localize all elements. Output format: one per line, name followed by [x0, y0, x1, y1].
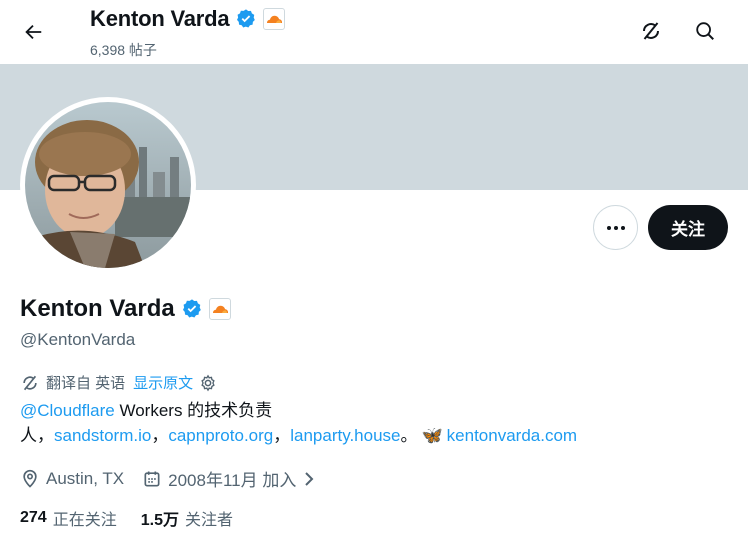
bio-separator: 。	[400, 426, 418, 445]
followers-stat[interactable]: 1.5万 关注者	[141, 506, 233, 530]
bio-separator: ，	[151, 426, 169, 445]
bio-link-lanparty[interactable]: lanparty.house	[290, 426, 400, 445]
bio-link-website[interactable]: kentonvarda.com	[447, 426, 577, 445]
join-date-text: 2008年11月 加入	[168, 471, 297, 490]
follow-stats: 274 正在关注 1.5万 关注者	[20, 506, 257, 530]
profile-bio: @Cloudflare Workers 的技术负责 人，sandstorm.io…	[20, 398, 720, 448]
location: Austin, TX	[20, 469, 124, 489]
translated-from-label: 翻译自 英语	[46, 375, 126, 392]
follow-button[interactable]: 关注	[648, 205, 728, 250]
join-date[interactable]: 2008年11月 加入	[142, 466, 316, 491]
search-button[interactable]	[688, 14, 722, 48]
bio-text: 人，	[20, 426, 54, 445]
posts-count: 6,398 帖子	[90, 42, 157, 58]
translation-notice: 翻译自 英语 显示原文	[20, 372, 217, 393]
following-stat[interactable]: 274 正在关注	[20, 506, 117, 530]
back-arrow-icon	[25, 24, 42, 40]
header-title: Kenton Varda	[90, 6, 286, 32]
translate-icon	[23, 375, 37, 390]
following-count: 274	[20, 509, 47, 526]
profile-header-bar: Kenton Varda 6,398 帖子	[0, 0, 748, 64]
mention-link[interactable]: @Cloudflare	[20, 401, 115, 420]
location-text: Austin, TX	[46, 468, 125, 488]
bio-link-capnproto[interactable]: capnproto.org	[168, 426, 273, 445]
profile-name: Kenton Varda	[20, 295, 175, 322]
verified-badge-icon[interactable]	[181, 298, 203, 320]
grok-button[interactable]	[634, 14, 668, 48]
header-name: Kenton Varda	[90, 6, 230, 31]
profile-handle: @KentonVarda	[20, 330, 136, 349]
profile-meta: Austin, TX 2008年11月 加入	[20, 466, 334, 491]
cloudflare-logo-icon[interactable]	[208, 298, 231, 320]
grok-icon	[643, 22, 659, 40]
search-icon	[696, 22, 714, 40]
location-icon	[23, 469, 37, 488]
bio-text: Workers 的技术负责	[114, 401, 273, 420]
verified-badge-icon	[237, 9, 256, 28]
following-label: 正在关注	[52, 512, 117, 529]
followers-label: 关注者	[184, 512, 233, 529]
bio-line-2: 人，sandstorm.io，capnproto.org，lanparty.ho…	[20, 423, 720, 448]
show-original-link[interactable]: 显示原文	[133, 372, 193, 393]
bio-link-sandstorm[interactable]: sandstorm.io	[54, 426, 151, 445]
avatar	[25, 102, 191, 268]
bio-separator: ，	[273, 426, 291, 445]
followers-count: 1.5万	[140, 512, 179, 529]
avatar-frame[interactable]	[20, 97, 196, 273]
profile-name-row: Kenton Varda	[20, 295, 231, 323]
chevron-right-icon	[305, 471, 314, 486]
back-button[interactable]	[14, 13, 52, 51]
calendar-icon	[144, 471, 160, 486]
gear-icon[interactable]	[199, 374, 217, 392]
cloudflare-logo-icon[interactable]	[263, 8, 286, 30]
more-icon	[606, 225, 625, 230]
bio-line-1: @Cloudflare Workers 的技术负责	[20, 398, 720, 423]
more-options-button[interactable]	[593, 205, 638, 250]
butterfly-emoji: 🦋	[421, 426, 443, 445]
